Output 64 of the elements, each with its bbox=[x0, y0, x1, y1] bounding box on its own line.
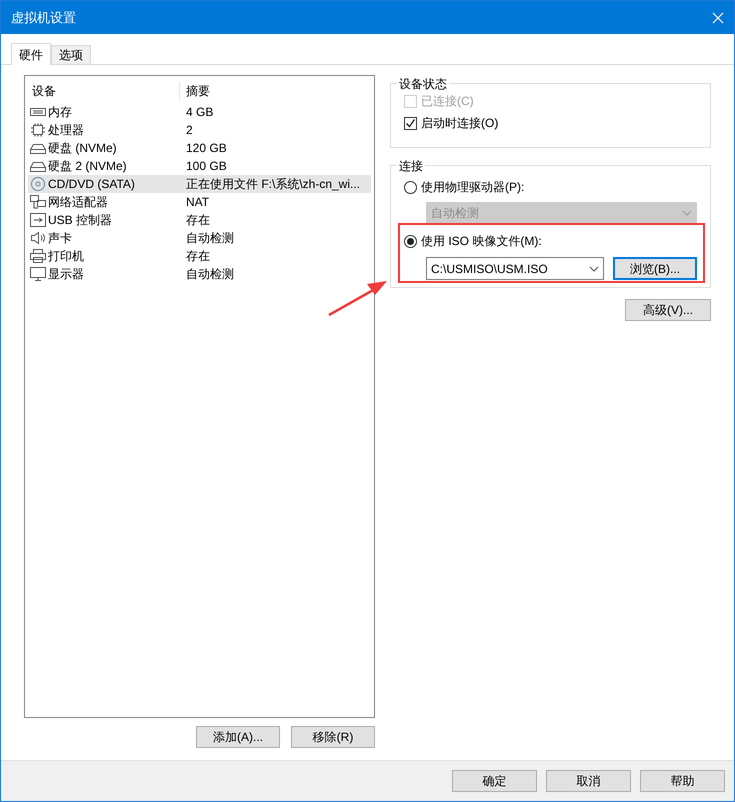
device-row[interactable]: 硬盘 (NVMe) 120 GB bbox=[28, 139, 371, 157]
device-summary: 100 GB bbox=[185, 158, 227, 175]
device-name: 处理器 bbox=[48, 122, 84, 139]
advanced-button[interactable]: 高级(V)... bbox=[625, 299, 711, 321]
device-summary: 存在 bbox=[185, 248, 210, 265]
dialog-button[interactable]: 帮助 bbox=[640, 770, 725, 792]
radio-label: 使用物理驱动器(P): bbox=[421, 179, 524, 196]
column-header[interactable]: 设备 bbox=[28, 82, 180, 100]
browse-button[interactable]: 浏览(B)... bbox=[613, 257, 697, 280]
column-header[interactable]: 摘要 bbox=[180, 82, 210, 100]
device-summary: 120 GB bbox=[185, 140, 227, 157]
device-row[interactable]: 声卡 自动检测 bbox=[28, 229, 371, 247]
device-name: 声卡 bbox=[48, 230, 72, 247]
dialog-button[interactable]: 取消 bbox=[546, 770, 631, 792]
radio-button[interactable] bbox=[404, 234, 417, 248]
printer-icon bbox=[30, 249, 46, 263]
device-row[interactable]: 硬盘 2 (NVMe) 100 GB bbox=[28, 157, 371, 175]
device-row[interactable]: 内存 4 GB bbox=[28, 103, 371, 121]
network-icon bbox=[30, 195, 46, 209]
device-name: USB 控制器 bbox=[48, 212, 112, 229]
checkbox[interactable] bbox=[404, 116, 417, 130]
checkbox-label: 已连接(C) bbox=[421, 93, 474, 110]
group-title: 设备状态 bbox=[397, 75, 449, 93]
device-row[interactable]: 处理器 2 bbox=[28, 121, 371, 139]
radio-button[interactable] bbox=[404, 180, 417, 194]
device-row[interactable]: CD/DVD (SATA) 正在使用文件 F:\系统\zh-cn_wi... bbox=[28, 175, 371, 193]
group-title: 连接 bbox=[397, 157, 425, 175]
device-summary: NAT bbox=[185, 194, 210, 211]
chevron-down-icon bbox=[589, 266, 599, 272]
disc-icon bbox=[30, 177, 46, 191]
chip-icon bbox=[30, 123, 46, 137]
list-button[interactable]: 添加(A)... bbox=[196, 726, 280, 748]
device-row[interactable]: 显示器 自动检测 bbox=[28, 265, 371, 283]
device-summary: 正在使用文件 F:\系统\zh-cn_wi... bbox=[185, 176, 360, 193]
dialog-button[interactable]: 确定 bbox=[452, 770, 537, 792]
device-name: 内存 bbox=[48, 104, 72, 121]
iso-path-field[interactable]: C:\USMISO\USM.ISO bbox=[426, 257, 604, 280]
tab[interactable]: 选项 bbox=[51, 45, 91, 64]
device-name: 显示器 bbox=[48, 266, 84, 283]
device-row[interactable]: USB 控制器 存在 bbox=[28, 211, 371, 229]
device-row[interactable]: 打印机 存在 bbox=[28, 247, 371, 265]
device-summary: 自动检测 bbox=[185, 230, 234, 247]
tab[interactable]: 硬件 bbox=[11, 43, 51, 65]
device-row[interactable]: 网络适配器 NAT bbox=[28, 193, 371, 211]
device-summary: 2 bbox=[185, 122, 193, 139]
chevron-down-icon bbox=[682, 210, 692, 216]
device-name: CD/DVD (SATA) bbox=[48, 176, 135, 193]
device-summary: 4 GB bbox=[185, 104, 214, 121]
window-title: 虚拟机设置 bbox=[11, 8, 76, 27]
device-summary: 存在 bbox=[185, 212, 210, 229]
device-name: 硬盘 (NVMe) bbox=[48, 140, 117, 157]
radio-label: 使用 ISO 映像文件(M): bbox=[421, 233, 542, 250]
monitor-icon bbox=[30, 267, 46, 281]
device-name: 网络适配器 bbox=[48, 194, 108, 211]
memory-icon bbox=[30, 105, 46, 119]
usb-icon bbox=[30, 213, 46, 227]
check-icon bbox=[405, 118, 416, 128]
list-button[interactable]: 移除(R) bbox=[291, 726, 375, 748]
checkbox-label: 启动时连接(O) bbox=[421, 115, 498, 132]
speaker-icon bbox=[30, 231, 46, 245]
device-summary: 自动检测 bbox=[185, 266, 234, 283]
device-name: 打印机 bbox=[48, 248, 84, 265]
device-name: 硬盘 2 (NVMe) bbox=[48, 158, 127, 175]
close-icon[interactable] bbox=[712, 12, 724, 24]
